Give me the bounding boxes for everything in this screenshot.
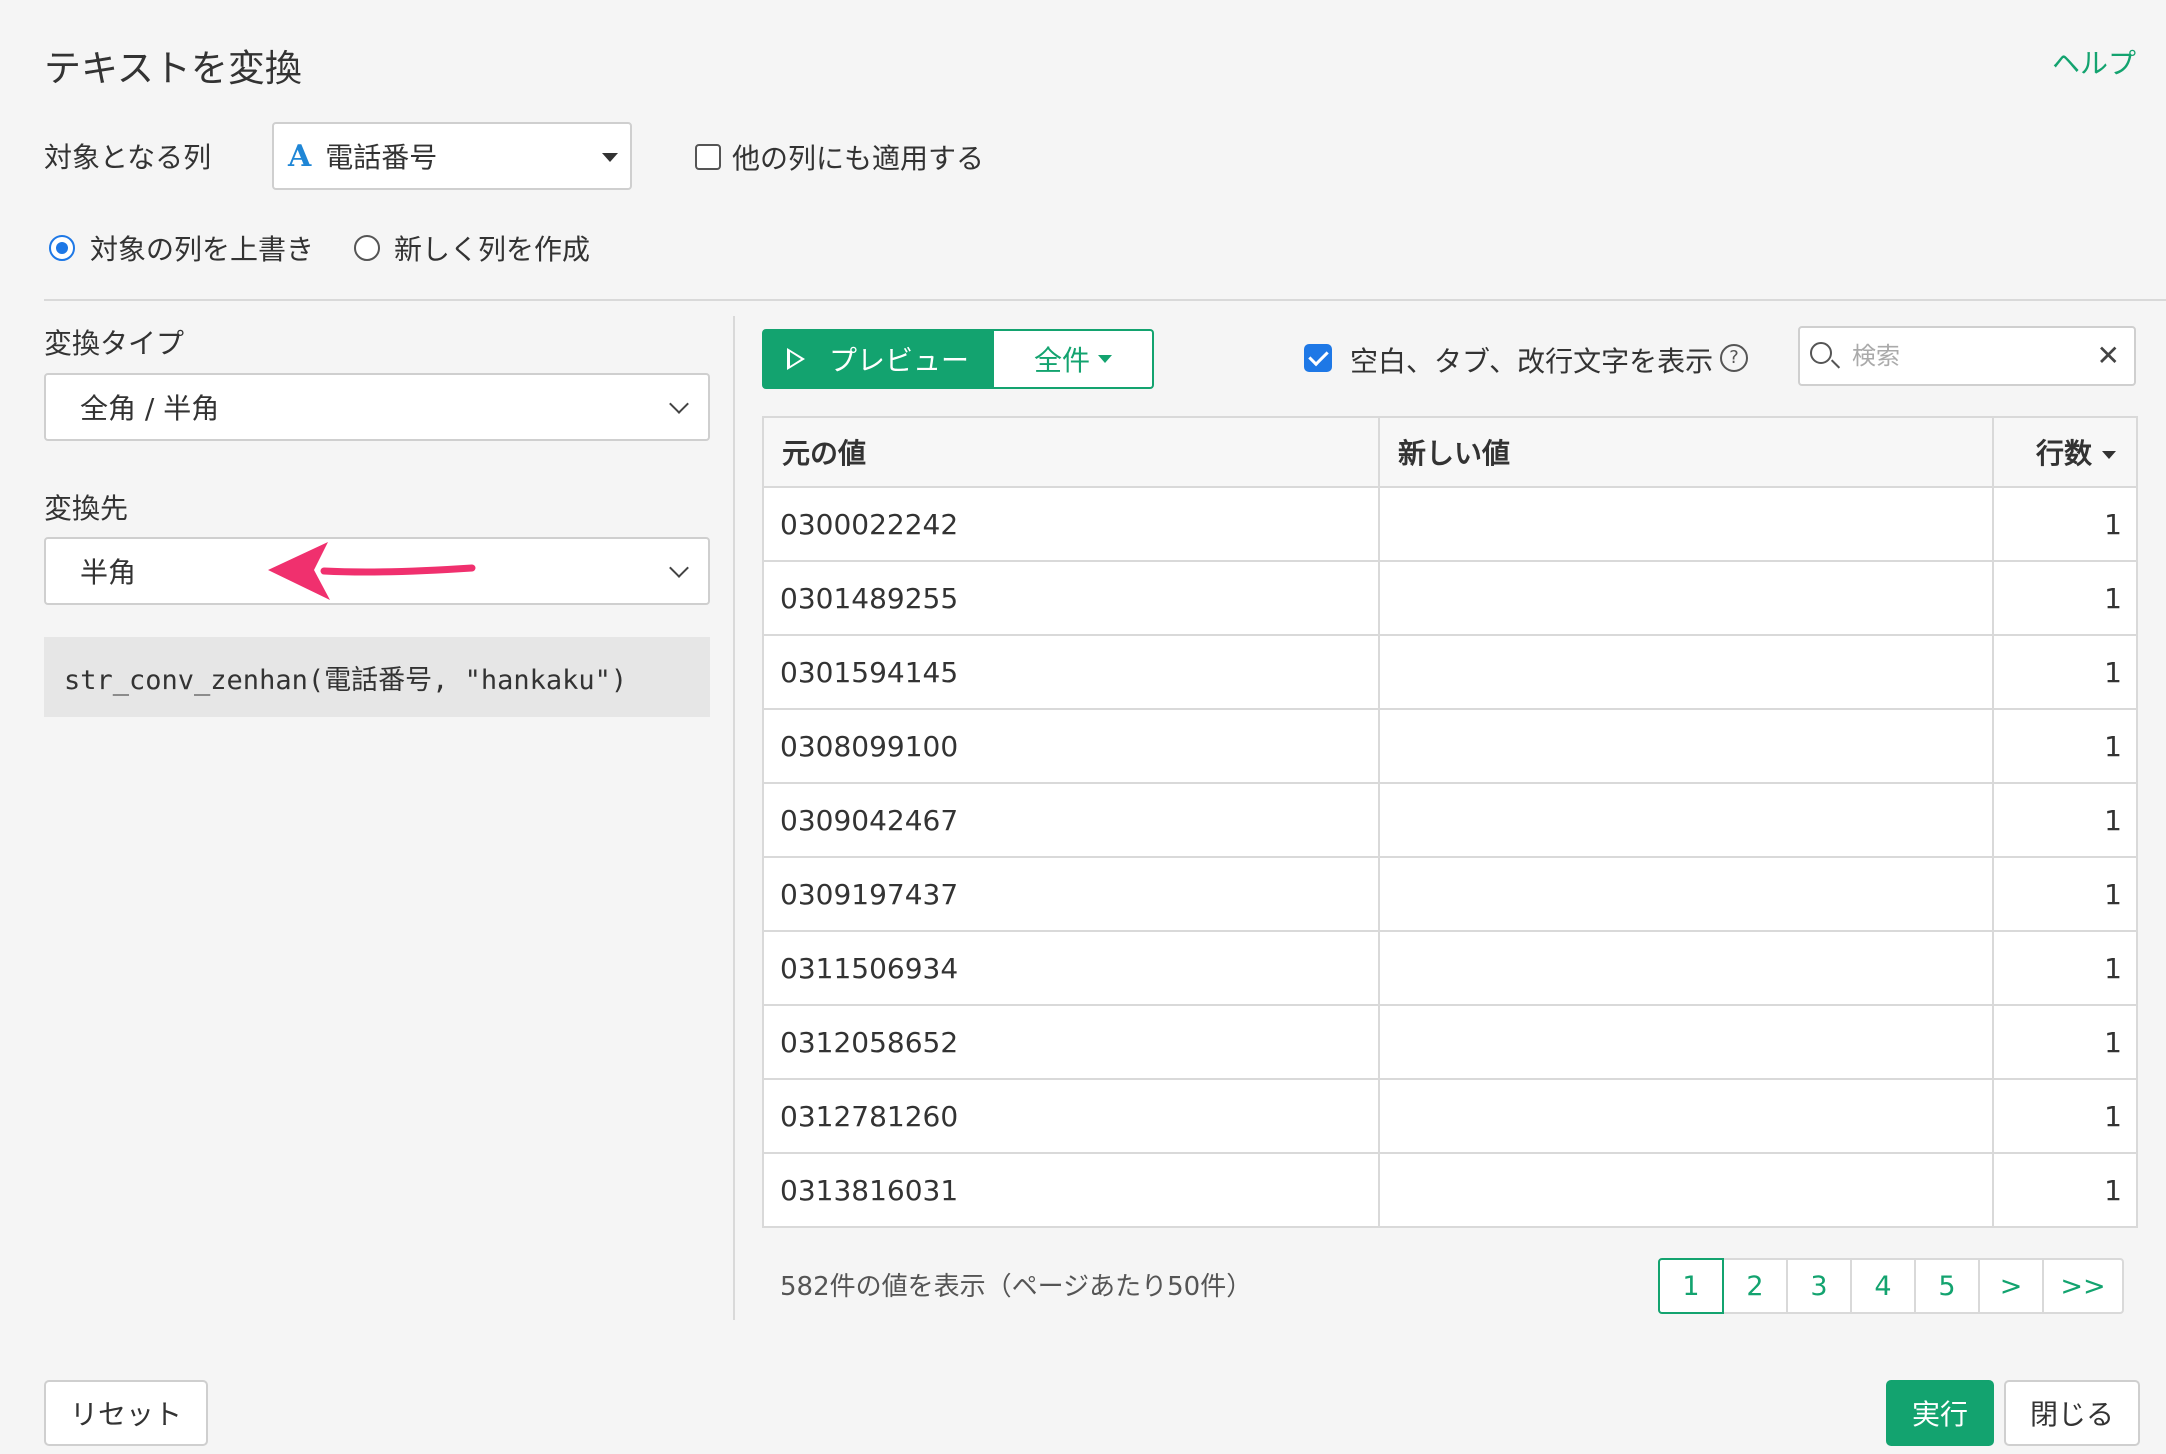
cell-row-count: 1 [1992, 708, 2138, 784]
page-info: 582件の値を表示（ページあたり50件） [780, 1272, 1253, 1302]
text-type-icon: A [288, 138, 312, 174]
conversion-target-value: 半角 [80, 556, 137, 589]
next-page-button[interactable]: > [1978, 1258, 2044, 1314]
conversion-type-value: 全角 / 半角 [80, 392, 220, 425]
cell-original-value: 0300022242 [762, 486, 1380, 562]
page-5-button[interactable]: 5 [1914, 1258, 1980, 1314]
table-row: 0309197437 1 [762, 856, 2138, 932]
play-icon [786, 348, 805, 370]
panel-divider [733, 316, 735, 1320]
table-row: 0313816031 1 [762, 1152, 2138, 1228]
all-rows-label: 全件 [1033, 344, 1090, 377]
apply-other-columns-checkbox[interactable] [695, 144, 721, 170]
table-row: 0300022242 1 [762, 486, 2138, 562]
page-1-button[interactable]: 1 [1658, 1258, 1724, 1314]
cell-original-value: 0308099100 [762, 708, 1380, 784]
run-button[interactable]: 実行 [1886, 1380, 1994, 1446]
search-box: ✕ [1798, 326, 2136, 386]
header-row-count-label: 行数 [2035, 437, 2092, 470]
search-input[interactable] [1850, 336, 2080, 376]
table-row: 0312058652 1 [762, 1004, 2138, 1080]
apply-other-columns-label: 他の列にも適用する [732, 142, 985, 175]
cell-original-value: 0309197437 [762, 856, 1380, 932]
cell-new-value [1378, 708, 1994, 784]
preview-table: 元の値 新しい値 行数 0300022242 1 0301489255 1 03… [762, 416, 2138, 1228]
reset-button[interactable]: リセット [44, 1380, 208, 1446]
conversion-type-label: 変換タイプ [44, 327, 185, 360]
search-icon [1810, 342, 1832, 364]
new-column-label: 新しく列を作成 [394, 233, 591, 266]
annotation-arrow-icon [268, 542, 476, 600]
table-header-row: 元の値 新しい値 行数 [762, 416, 2138, 488]
cell-row-count: 1 [1992, 1152, 2138, 1228]
new-column-radio[interactable] [354, 235, 380, 261]
cell-row-count: 1 [1992, 634, 2138, 710]
target-column-select[interactable]: A 電話番号 [272, 122, 632, 190]
sort-caret-icon [2102, 451, 2116, 459]
page-3-button[interactable]: 3 [1786, 1258, 1852, 1314]
cell-row-count: 1 [1992, 1078, 2138, 1154]
caret-down-icon [1098, 355, 1112, 363]
target-column-label: 対象となる列 [44, 141, 212, 174]
dialog-title: テキストを変換 [44, 47, 302, 90]
conversion-target-label: 変換先 [44, 492, 129, 525]
generated-code: str_conv_zenhan(電話番号, "hankaku") [44, 637, 710, 717]
table-row: 0301489255 1 [762, 560, 2138, 636]
page-2-button[interactable]: 2 [1722, 1258, 1788, 1314]
cell-new-value [1378, 1004, 1994, 1080]
table-row: 0309042467 1 [762, 782, 2138, 858]
cell-new-value [1378, 930, 1994, 1006]
cell-new-value [1378, 486, 1994, 562]
cell-new-value [1378, 1152, 1994, 1228]
conversion-type-select[interactable]: 全角 / 半角 [44, 373, 710, 441]
cell-row-count: 1 [1992, 560, 2138, 636]
cell-new-value [1378, 1078, 1994, 1154]
cell-row-count: 1 [1992, 1004, 2138, 1080]
cell-row-count: 1 [1992, 782, 2138, 858]
page-4-button[interactable]: 4 [1850, 1258, 1916, 1314]
chevron-down-icon [669, 558, 689, 578]
cell-new-value [1378, 782, 1994, 858]
show-whitespace-checkbox[interactable] [1304, 344, 1332, 372]
cell-original-value: 0301594145 [762, 634, 1380, 710]
overwrite-radio[interactable] [49, 235, 75, 261]
header-new-value[interactable]: 新しい値 [1378, 416, 1994, 488]
close-icon[interactable]: ✕ [2097, 342, 2120, 370]
header-row-count[interactable]: 行数 [1992, 416, 2138, 488]
cell-original-value: 0301489255 [762, 560, 1380, 636]
cell-original-value: 0312781260 [762, 1078, 1380, 1154]
pagination: 1 2 3 4 5 > >> [1658, 1258, 2124, 1314]
cell-original-value: 0311506934 [762, 930, 1380, 1006]
cell-original-value: 0313816031 [762, 1152, 1380, 1228]
header-original-value[interactable]: 元の値 [762, 416, 1380, 488]
cell-original-value: 0312058652 [762, 1004, 1380, 1080]
cell-row-count: 1 [1992, 856, 2138, 932]
cell-row-count: 1 [1992, 486, 2138, 562]
close-button[interactable]: 閉じる [2004, 1380, 2140, 1446]
caret-down-icon [602, 153, 618, 162]
table-row: 0311506934 1 [762, 930, 2138, 1006]
cell-new-value [1378, 560, 1994, 636]
all-rows-dropdown[interactable]: 全件 [994, 329, 1154, 389]
preview-button[interactable]: プレビュー [762, 329, 994, 389]
cell-row-count: 1 [1992, 930, 2138, 1006]
section-divider [44, 299, 2166, 301]
table-row: 0312781260 1 [762, 1078, 2138, 1154]
cell-new-value [1378, 634, 1994, 710]
table-row: 0308099100 1 [762, 708, 2138, 784]
overwrite-label: 対象の列を上書き [90, 233, 315, 266]
chevron-down-icon [669, 394, 689, 414]
cell-original-value: 0309042467 [762, 782, 1380, 858]
convert-text-dialog: テキストを変換 ヘルプ 対象となる列 A 電話番号 他の列にも適用する 対象の列… [0, 0, 2166, 1454]
show-whitespace-label: 空白、タブ、改行文字を表示 [1350, 345, 1714, 378]
target-column-value: 電話番号 [325, 141, 438, 174]
question-circle-icon[interactable]: ? [1720, 344, 1748, 372]
preview-button-label: プレビュー [828, 344, 969, 377]
last-page-button[interactable]: >> [2042, 1258, 2124, 1314]
help-link[interactable]: ヘルプ [2052, 42, 2136, 82]
table-row: 0301594145 1 [762, 634, 2138, 710]
cell-new-value [1378, 856, 1994, 932]
